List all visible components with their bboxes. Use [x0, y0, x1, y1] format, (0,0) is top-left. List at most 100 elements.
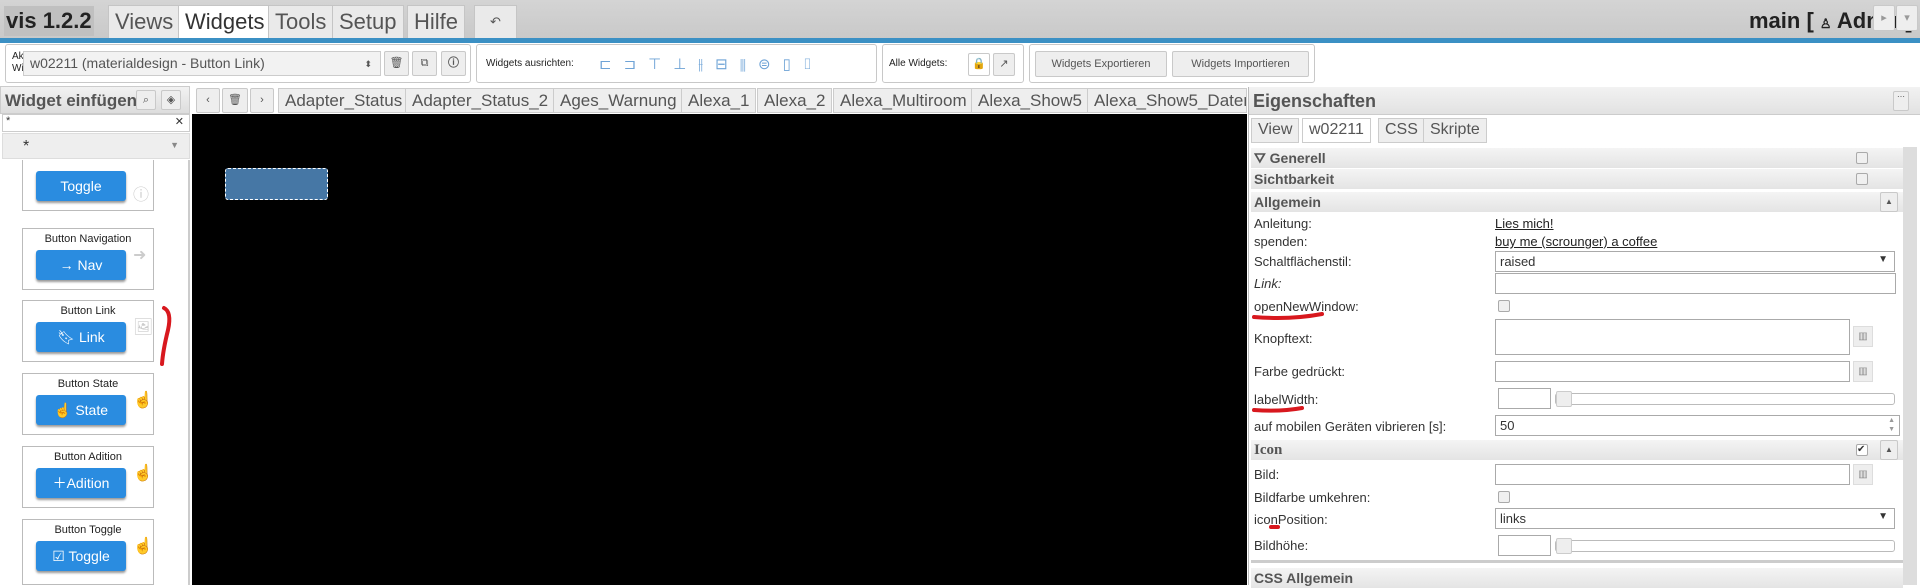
view-tab[interactable]: Adapter_Status_2 [405, 88, 556, 113]
icon-enabled-checkbox[interactable]: ✔ [1856, 444, 1868, 456]
info-icon: ⓘ [133, 187, 150, 204]
properties-scrollbar[interactable] [1903, 147, 1917, 585]
menu-setup[interactable]: Setup [332, 5, 404, 38]
group-generell[interactable]: ⛛ Generell [1251, 148, 1903, 168]
widget-card-button-link[interactable]: Button Link 🔖︎ Link 🖼 [22, 300, 154, 362]
widget-panel-header: Widget einfügen ⌕ ◈ [0, 86, 190, 114]
clear-icon[interactable]: ✕ [175, 115, 184, 128]
arrow-right-icon: → [59, 257, 74, 273]
image-height-slider[interactable] [1555, 538, 1895, 554]
plus-icon: ＋ [52, 475, 67, 491]
tag-icon[interactable]: ◈ [161, 90, 181, 110]
export-group: Widgets Exportieren Widgets Importieren [1029, 44, 1315, 83]
label-anleitung: Anleitung: [1254, 216, 1312, 231]
tab-view[interactable]: View [1251, 118, 1300, 143]
selected-widget[interactable] [225, 168, 328, 200]
group-css-allgemein[interactable]: CSS Allgemein [1251, 568, 1903, 588]
label-width-input[interactable] [1498, 388, 1551, 409]
image-height-input[interactable] [1498, 535, 1551, 556]
accent-bar [0, 38, 1920, 43]
top-menu-bar: vis 1.2.2 Views Widgets Tools Setup Hilf… [0, 0, 1920, 38]
vibrate-input[interactable]: 50 ▲ ▼ [1495, 415, 1900, 436]
search-icon[interactable]: ⌕ [136, 90, 156, 110]
label-spenden: spenden: [1254, 234, 1308, 249]
label-width-slider[interactable] [1555, 391, 1895, 407]
tab-widget[interactable]: w02211 [1302, 118, 1371, 143]
icon-position-select[interactable]: links ▼ [1495, 508, 1895, 529]
collapse-up-icon[interactable]: ▲ [1880, 192, 1898, 212]
widget-title: Button Toggle [54, 524, 122, 536]
editor-canvas[interactable] [192, 114, 1247, 585]
tab-css[interactable]: CSS [1378, 118, 1425, 143]
group-allgemein[interactable]: Allgemein [1251, 192, 1903, 212]
view-tab[interactable]: Alexa_Multiroom [833, 88, 974, 113]
lock-button[interactable]: 🔒 [968, 53, 990, 76]
widget-panel-title: Widget einfügen [5, 91, 138, 110]
view-name: main [ [1749, 8, 1814, 33]
menu-hilfe[interactable]: Hilfe [407, 5, 466, 38]
slider-handle [1556, 538, 1572, 554]
widget-card-button-navigation[interactable]: Button Navigation → Nav ➜ [22, 228, 154, 290]
lock-icon: 🔒 [972, 58, 986, 70]
view-tab[interactable]: Alexa_Show5 [971, 88, 1089, 113]
tabs-prev-button[interactable]: ‹ [196, 88, 220, 113]
active-widget-select[interactable]: w02211 (materialdesign - Button Link) ⬍ [23, 51, 381, 76]
copy-icon: ⧉ [420, 57, 429, 69]
widget-preview-button: Toggle [36, 171, 126, 201]
button-style-select[interactable]: raised ▼ [1495, 251, 1895, 272]
import-widgets-button[interactable]: Widgets Importieren [1172, 51, 1309, 77]
sichtbarkeit-checkbox[interactable] [1856, 173, 1868, 185]
collapse-up-icon[interactable]: ▲ [1880, 440, 1898, 460]
play-button[interactable]: ▸ [1873, 5, 1895, 31]
widget-card-button-state[interactable]: Button State ☝ State ☝ [22, 373, 154, 435]
view-tab[interactable]: Adapter_Status [278, 88, 410, 113]
button-text-textarea[interactable] [1495, 319, 1850, 355]
link-input[interactable] [1495, 273, 1896, 294]
menu-views[interactable]: Views [108, 5, 181, 38]
active-widget-group: Aktives Widget: w02211 (materialdesign -… [5, 44, 471, 83]
hand-pointer-icon: ☝ [133, 465, 153, 482]
info-button[interactable]: ⓘ [441, 51, 466, 76]
group-sichtbarkeit[interactable]: Sichtbarkeit [1251, 169, 1903, 189]
widget-card-button-adition[interactable]: Button Adition ＋Adition ☝ [22, 446, 154, 508]
info-icon: ⓘ [448, 57, 459, 69]
view-tab[interactable]: Alexa_Show5_Daten [1087, 88, 1247, 113]
view-delete-button[interactable]: 🗑 [222, 88, 248, 113]
tabs-next-button[interactable]: › [250, 88, 274, 113]
hand-pointer-icon: ☝ [133, 392, 153, 409]
trash-icon: 🗑 [228, 94, 242, 106]
donate-link[interactable]: buy me (scrounger) a coffee [1495, 234, 1657, 249]
widget-card-button-toggle[interactable]: Button Toggle ☑ Toggle ☝ [22, 519, 154, 585]
align-icons[interactable]: ⊏⊐⊤⊥⫲⊟⫴⊜▯⌷ [599, 55, 824, 73]
annotation-marks [1252, 312, 1324, 529]
widget-preview-button: ☑ Toggle [36, 541, 126, 571]
checkbox-icon: ☑ [52, 548, 65, 564]
pressed-color-input[interactable] [1495, 361, 1850, 382]
delete-widget-button[interactable]: 🗑 [384, 51, 409, 76]
view-tab[interactable]: Alexa_2 [757, 88, 833, 113]
label-stil: Schaltflächenstil: [1254, 254, 1352, 269]
readme-link[interactable]: Lies mich! [1495, 216, 1554, 231]
widget-title: Button State [57, 378, 119, 390]
open-external-button[interactable]: ↗ [993, 53, 1015, 76]
widget-set-select[interactable]: * ▼ [2, 133, 190, 159]
undo-icon: ↶ [490, 14, 501, 29]
generell-checkbox[interactable] [1856, 152, 1868, 164]
image-input[interactable] [1495, 464, 1850, 485]
dropdown-button[interactable]: ▾ [1896, 5, 1918, 31]
export-widgets-button[interactable]: Widgets Exportieren [1035, 51, 1167, 77]
menu-tools[interactable]: Tools [268, 5, 334, 38]
collapse-button[interactable]: ⋯ [1893, 91, 1909, 111]
widget-filter-input[interactable]: * ✕ [2, 114, 190, 132]
widget-list: Toggle ⓘ Button Navigation → Nav ➜ Button L… [0, 160, 190, 585]
view-tab[interactable]: Ages_Warnung [553, 88, 684, 113]
view-tab[interactable]: Alexa_1 [681, 88, 757, 113]
edit-icon[interactable]: ▥ [1853, 326, 1873, 347]
menu-widgets[interactable]: Widgets [178, 5, 272, 38]
color-picker-icon[interactable]: ▥ [1853, 361, 1873, 382]
copy-widget-button[interactable]: ⧉ [412, 51, 437, 76]
tab-skripte[interactable]: Skripte [1423, 118, 1487, 143]
undo-button[interactable]: ↶ [474, 5, 517, 38]
widget-card-toggle-top[interactable]: Toggle ⓘ [22, 160, 154, 211]
file-picker-icon[interactable]: ▥ [1853, 464, 1873, 485]
